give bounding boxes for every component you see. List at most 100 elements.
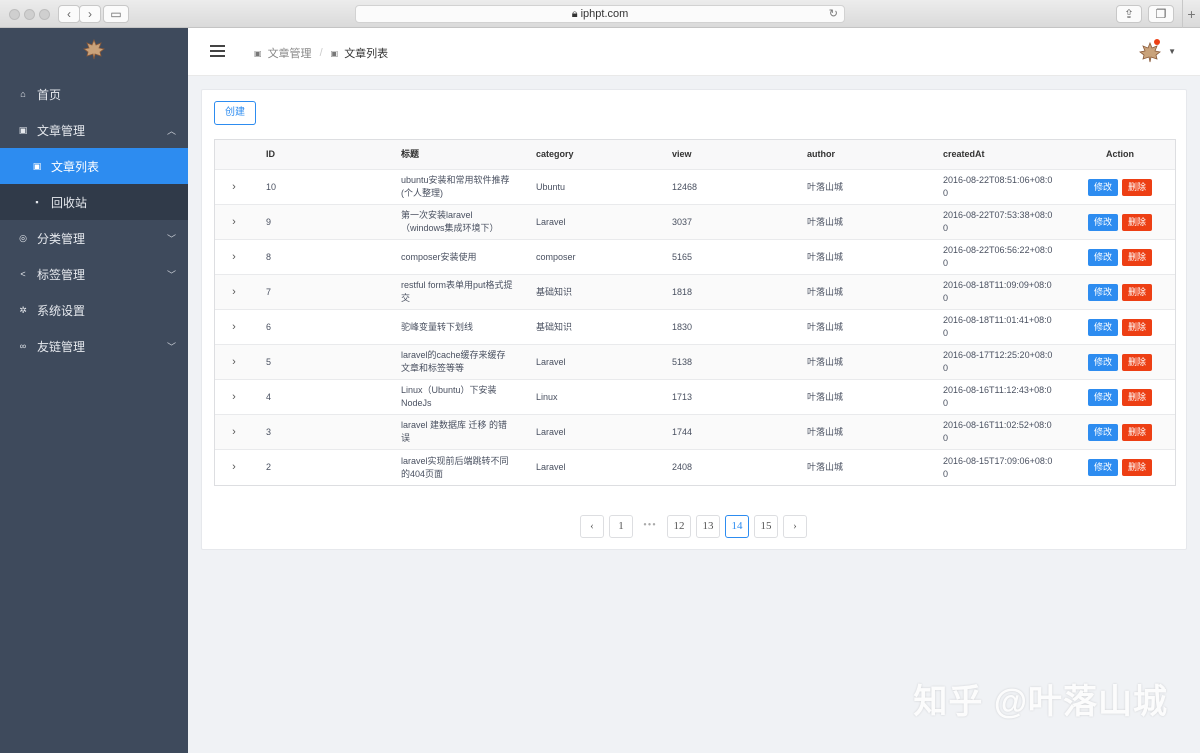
minimize-window-button[interactable]: [24, 9, 35, 20]
trash-icon: ▪: [35, 197, 39, 207]
forward-button[interactable]: ›: [79, 5, 101, 23]
edit-button[interactable]: 修改: [1087, 318, 1118, 336]
breadcrumb-separator: /: [319, 47, 323, 59]
cell-author: 叶落山城: [807, 216, 844, 227]
pagination-page-15[interactable]: 15: [754, 515, 778, 538]
edit-button[interactable]: 修改: [1087, 248, 1118, 266]
sidebar-item-label: 分类管理: [37, 231, 86, 246]
table-row: › 6 驼峰变量转下划线 基础知识 1830 叶落山城 2016-08-18T11:01:4…: [215, 310, 1175, 345]
top-header: ▣ 文章管理 / ▣ 文章列表 ▼: [188, 28, 1200, 76]
edit-button[interactable]: 修改: [1087, 459, 1118, 476]
sidebar-submenu-articles: ▣ 文章列表 ▪ 回收站: [0, 148, 188, 220]
chevron-left-icon: ‹: [67, 7, 71, 21]
sidebar-icon: ▭: [110, 7, 122, 21]
cell-category: 基础知识: [536, 321, 573, 332]
expand-chevron-icon[interactable]: ›: [227, 240, 241, 274]
book-icon: ▣: [254, 48, 262, 58]
sidebar-item-home[interactable]: ⌂ 首页: [0, 76, 188, 112]
edit-button[interactable]: 修改: [1087, 388, 1118, 406]
cell-created-at: 2016-08-16T11:12:43+08:00: [943, 385, 1052, 408]
cell-action: 修改 删除: [1075, 170, 1165, 204]
delete-button[interactable]: 删除: [1122, 213, 1153, 231]
close-window-button[interactable]: [9, 9, 20, 20]
cell-id: 10: [266, 181, 277, 192]
cell-view: 1818: [672, 286, 693, 297]
expand-chevron-icon[interactable]: ›: [227, 450, 241, 485]
caret-down-icon[interactable]: ▼: [1168, 47, 1176, 56]
pagination-next-button[interactable]: ›: [783, 515, 807, 538]
pagination: ‹ 1 ••• 12 13 14 15 ›: [580, 515, 807, 539]
pagination-page-13[interactable]: 13: [696, 515, 720, 538]
delete-button[interactable]: 删除: [1122, 178, 1153, 196]
sidebar-toggle-button[interactable]: ▭: [103, 5, 129, 23]
expand-chevron-icon[interactable]: ›: [227, 345, 241, 379]
cell-id: 9: [266, 216, 272, 227]
articles-table: ID 标题 category view author createdAt Act…: [214, 139, 1176, 486]
share-icon: ⇪: [1123, 7, 1135, 21]
edit-button[interactable]: 修改: [1087, 213, 1118, 231]
cell-category: 基础知识: [536, 286, 573, 297]
tabs-button[interactable]: ❐: [1148, 5, 1174, 23]
column-header-view: view: [672, 149, 692, 159]
cell-id: 7: [266, 286, 272, 297]
table-row: › 7 restful form表单用put格式提交 基础知识 1818 叶落山城 2016…: [215, 275, 1175, 310]
delete-button[interactable]: 删除: [1122, 283, 1153, 301]
sidebar-item-tags[interactable]: < 标签管理 ﹀: [0, 256, 188, 292]
sidebar-item-links[interactable]: ∞ 友链管理 ﹀: [0, 328, 188, 364]
sidebar-item-label: 标签管理: [37, 267, 86, 282]
lock-icon: 🔒︎: [571, 8, 578, 20]
expand-chevron-icon[interactable]: ›: [227, 415, 241, 449]
back-button[interactable]: ‹: [58, 5, 80, 23]
pagination-page-12[interactable]: 12: [667, 515, 691, 538]
expand-chevron-icon[interactable]: ›: [227, 380, 241, 414]
chevron-down-icon: ﹀: [166, 269, 176, 280]
sidebar-item-article-list[interactable]: ▣ 文章列表: [0, 148, 188, 184]
cell-id: 6: [266, 321, 272, 332]
delete-button[interactable]: 删除: [1122, 388, 1153, 406]
zoom-window-button[interactable]: [39, 9, 50, 20]
breadcrumb-item[interactable]: 文章管理: [268, 45, 312, 61]
pagination-page-1[interactable]: 1: [609, 515, 633, 538]
delete-button[interactable]: 删除: [1122, 353, 1153, 371]
share-button[interactable]: ⇪: [1116, 5, 1142, 23]
edit-button[interactable]: 修改: [1087, 283, 1118, 301]
create-button[interactable]: 创建: [214, 101, 256, 125]
menu-toggle-icon[interactable]: [210, 45, 225, 57]
sidebar-item-recycle-bin[interactable]: ▪ 回收站: [0, 184, 188, 220]
logo[interactable]: [0, 28, 188, 70]
book-icon: ▣: [32, 160, 42, 171]
chevron-right-icon: ›: [88, 7, 92, 21]
delete-button[interactable]: 删除: [1122, 318, 1153, 336]
table-row: › 10 ubuntu安装和常用软件推荐(个人整理) Ubuntu 12468 叶落山城 2…: [215, 170, 1175, 205]
expand-chevron-icon[interactable]: ›: [227, 205, 241, 239]
cell-category: Ubuntu: [536, 181, 566, 192]
table-row: › 3 laravel 建数据库 迁移 的错误 Laravel 1744 叶落山城 2016…: [215, 415, 1175, 450]
expand-chevron-icon[interactable]: ›: [227, 275, 241, 309]
delete-button[interactable]: 删除: [1122, 248, 1153, 266]
edit-button[interactable]: 修改: [1087, 423, 1118, 441]
delete-button[interactable]: 删除: [1122, 459, 1153, 476]
cell-category: Laravel: [536, 216, 566, 227]
expand-chevron-icon[interactable]: ›: [227, 170, 241, 204]
expand-chevron-icon[interactable]: ›: [227, 310, 241, 344]
cell-action: 修改 删除: [1075, 380, 1165, 414]
edit-button[interactable]: 修改: [1087, 178, 1118, 196]
table-row: › 9 第一次安装laravel（windows集成环境下） Laravel 3037 叶…: [215, 205, 1175, 240]
pagination-prev-button[interactable]: ‹: [580, 515, 604, 538]
cell-view: 5138: [672, 356, 693, 367]
pagination-ellipsis[interactable]: •••: [638, 515, 662, 538]
cell-view: 1713: [672, 391, 693, 402]
pagination-page-14[interactable]: 14: [725, 515, 749, 538]
address-url: iphpt.com: [580, 8, 629, 20]
address-bar[interactable]: 🔒︎ iphpt.com ↻: [355, 5, 845, 23]
edit-button[interactable]: 修改: [1087, 353, 1118, 371]
sidebar-item-settings[interactable]: ✲ 系统设置: [0, 292, 188, 328]
sidebar-item-articles[interactable]: ▣ 文章管理 ︿: [0, 112, 188, 148]
sidebar-item-categories[interactable]: ◎ 分类管理 ﹀: [0, 220, 188, 256]
cell-author: 叶落山城: [807, 321, 844, 332]
reload-icon[interactable]: ↻: [829, 6, 838, 23]
new-tab-button[interactable]: +: [1182, 0, 1200, 28]
watermark: 知乎 @叶落山城: [913, 683, 1168, 721]
table-row: › 2 laravel实现前后端跳转不同的404页面 Laravel 2408 叶落山城 2…: [215, 450, 1175, 485]
delete-button[interactable]: 删除: [1122, 423, 1153, 441]
